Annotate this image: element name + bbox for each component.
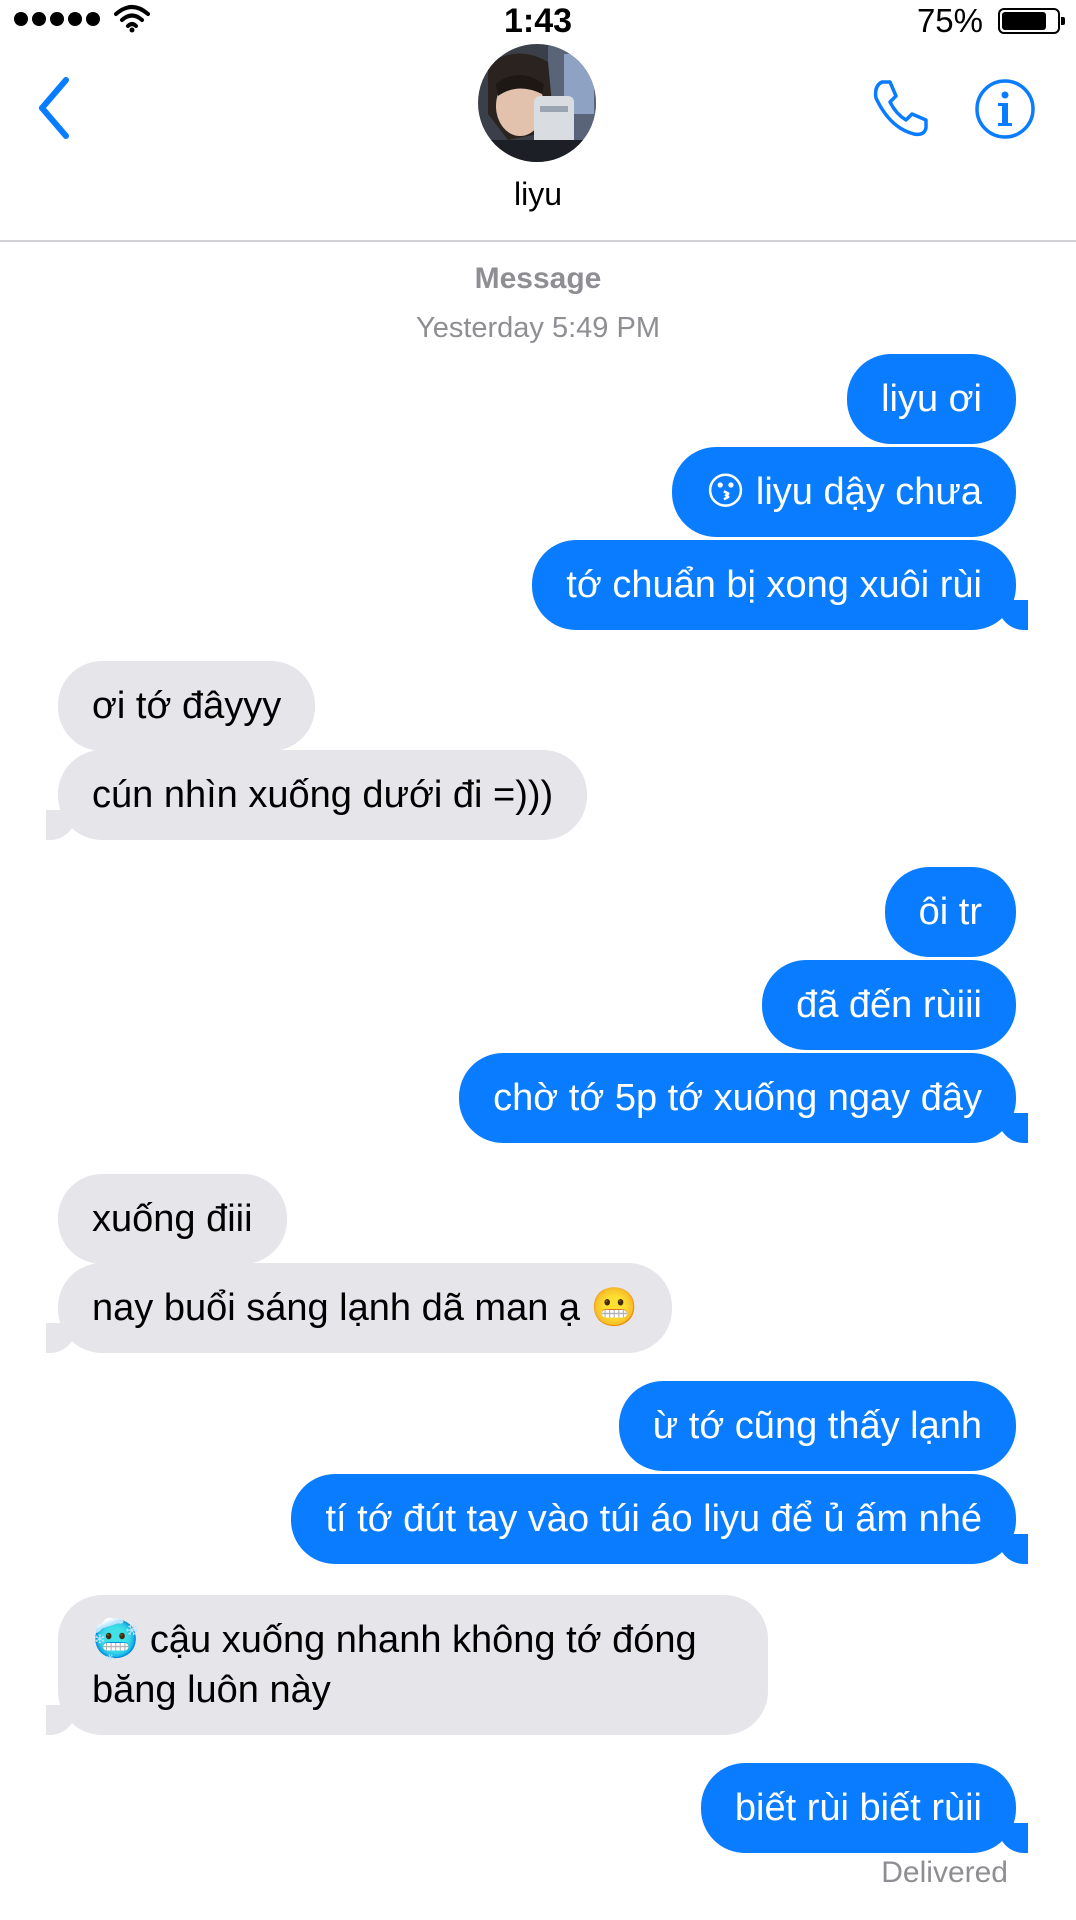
info-icon[interactable] xyxy=(974,78,1036,140)
battery-percentage: 75% xyxy=(916,2,983,39)
contact-avatar[interactable] xyxy=(478,44,596,162)
status-bar: 1:43 75% xyxy=(0,0,1076,44)
message-bubble-incoming[interactable]: xuống điii xyxy=(58,1174,287,1264)
message-bubble-outgoing[interactable]: chờ tớ 5p tớ xuống ngay đây xyxy=(459,1053,1028,1143)
back-chevron-icon[interactable] xyxy=(30,70,80,146)
thread-title: Message xyxy=(474,262,602,295)
message-bubble-incoming[interactable]: cún nhìn xuống dưới đi =))) xyxy=(45,750,588,840)
status-time: 1:43 xyxy=(503,2,573,40)
message-bubble-outgoing[interactable]: đã đến rùiii xyxy=(762,960,1016,1050)
message-bubble-incoming[interactable]: 🥶 cậu xuống nhanh không tớ đóng băng luô… xyxy=(46,1595,768,1735)
message-bubble-outgoing[interactable]: ôi tr xyxy=(884,867,1016,957)
conversation-header: liyu xyxy=(0,44,1076,242)
message-bubble-outgoing[interactable]: 😗 liyu dậy chưa xyxy=(671,447,1016,537)
message-bubble-outgoing[interactable]: tí tớ đút tay vào túi áo liyu để ủ ấm nh… xyxy=(291,1474,1028,1564)
phone-icon[interactable] xyxy=(868,76,932,140)
message-bubble-incoming[interactable]: nay buổi sáng lạnh dã man ạ 😬 xyxy=(46,1263,672,1353)
contact-name[interactable]: liyu xyxy=(0,176,1076,213)
message-bubble-outgoing[interactable]: tớ chuẩn bị xong xuôi rùi xyxy=(532,540,1028,630)
message-bubble-outgoing[interactable]: liyu ơi xyxy=(847,354,1016,444)
battery-icon xyxy=(998,8,1065,34)
message-bubble-outgoing[interactable]: ừ tớ cũng thấy lạnh xyxy=(618,1381,1016,1471)
message-bubble-incoming[interactable]: ơi tớ đâyyy xyxy=(58,661,316,751)
delivery-status: Delivered xyxy=(881,1856,1008,1889)
thread-timestamp: Yesterday 5:49 PM xyxy=(416,312,660,344)
message-bubble-outgoing[interactable]: biết rùi biết rùii xyxy=(700,1763,1029,1853)
